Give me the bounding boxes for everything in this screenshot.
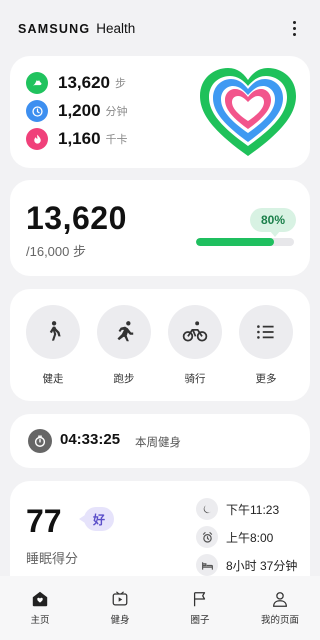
nav-fitness-label: 健身: [110, 615, 130, 626]
nav-my-page[interactable]: 我的页面: [240, 576, 320, 640]
moon-icon: [196, 498, 218, 520]
cycling-label: 骑行: [184, 373, 206, 385]
sleep-duration-text: 8小时 37分钟: [226, 558, 298, 573]
nav-together[interactable]: 圈子: [160, 576, 240, 640]
nav-my-page-label: 我的页面: [260, 615, 299, 626]
shoe-icon: [26, 72, 48, 94]
flame-icon: [26, 128, 48, 150]
brand-samsung: SAMSUNG: [18, 21, 91, 36]
steps-unit: 步: [115, 78, 126, 90]
steps-metric: 13,620 步: [26, 72, 126, 94]
running-button[interactable]: 跑步: [97, 305, 151, 386]
running-label: 跑步: [113, 373, 135, 385]
more-label: 更多: [255, 373, 277, 385]
stopwatch-icon: [28, 429, 52, 453]
walking-label: 健走: [42, 373, 64, 385]
sleep-score-label: 睡眠得分: [26, 551, 79, 566]
nav-fitness[interactable]: 健身: [80, 576, 160, 640]
active-time-unit: 分钟: [105, 106, 128, 118]
calories-metric: 1,160 千卡: [26, 128, 128, 150]
quick-workouts-card: 健走 跑步 骑行 更多: [10, 289, 310, 401]
cycling-icon: [182, 321, 208, 342]
brand-health: Health: [96, 20, 136, 36]
sleep-card[interactable]: 77 好 睡眠得分 下午11:23 上午8:00 8小时 37分钟: [10, 481, 310, 591]
calories-value: 1,160: [58, 129, 101, 148]
cycling-button[interactable]: 骑行: [168, 305, 222, 386]
bedtime-row: 下午11:23: [196, 498, 279, 520]
bedtime-text: 下午11:23: [226, 502, 280, 517]
steps-value: 13,620: [58, 73, 110, 92]
activity-heart-rings-icon[interactable]: [196, 66, 300, 162]
alarm-clock-icon: [196, 526, 218, 548]
nav-home[interactable]: 主页: [0, 576, 80, 640]
walking-icon: [49, 321, 61, 341]
active-time-metric: 1,200 分钟: [26, 100, 128, 122]
steps-progress-fill: [196, 238, 275, 246]
workout-label: 本周健身: [135, 437, 181, 449]
wake-time-text: 上午8:00: [226, 530, 274, 545]
app-brand: SAMSUNG Health: [18, 21, 135, 36]
steps-count: 13,620: [26, 200, 127, 236]
steps-goal: /16,000 步: [26, 244, 86, 259]
more-vertical-icon[interactable]: [286, 18, 302, 38]
steps-progress-bar: [196, 238, 294, 246]
steps-card[interactable]: 13,620 /16,000 步 80%: [10, 180, 310, 276]
fitness-icon: [112, 591, 128, 606]
nav-together-label: 圈子: [190, 615, 210, 626]
nav-home-label: 主页: [30, 615, 50, 626]
running-icon: [117, 321, 134, 342]
home-icon: [32, 591, 48, 607]
bottom-navigation: 主页 健身 圈子 我的页面: [0, 576, 320, 640]
sleep-duration-row: 8小时 37分钟: [196, 554, 297, 576]
walking-button[interactable]: 健走: [26, 305, 80, 386]
app-header: SAMSUNG Health: [0, 0, 320, 56]
flag-icon: [193, 592, 206, 607]
weekly-workout-card[interactable]: 04:33:25 本周健身: [10, 414, 310, 468]
workout-time: 04:33:25: [60, 431, 121, 448]
clock-icon: [26, 100, 48, 122]
bed-icon: [196, 554, 218, 576]
sleep-quality-badge: 好: [79, 507, 114, 531]
more-workouts-button[interactable]: 更多: [239, 305, 293, 386]
list-icon: [257, 325, 274, 339]
steps-percent-badge: 80%: [250, 208, 296, 237]
wake-time-row: 上午8:00: [196, 526, 273, 548]
person-icon: [273, 592, 287, 607]
active-time-value: 1,200: [58, 101, 101, 120]
sleep-score: 77: [26, 503, 62, 539]
activity-summary-card[interactable]: 13,620 步 1,200 分钟 1,160 千卡: [10, 56, 310, 168]
calories-unit: 千卡: [105, 134, 128, 146]
